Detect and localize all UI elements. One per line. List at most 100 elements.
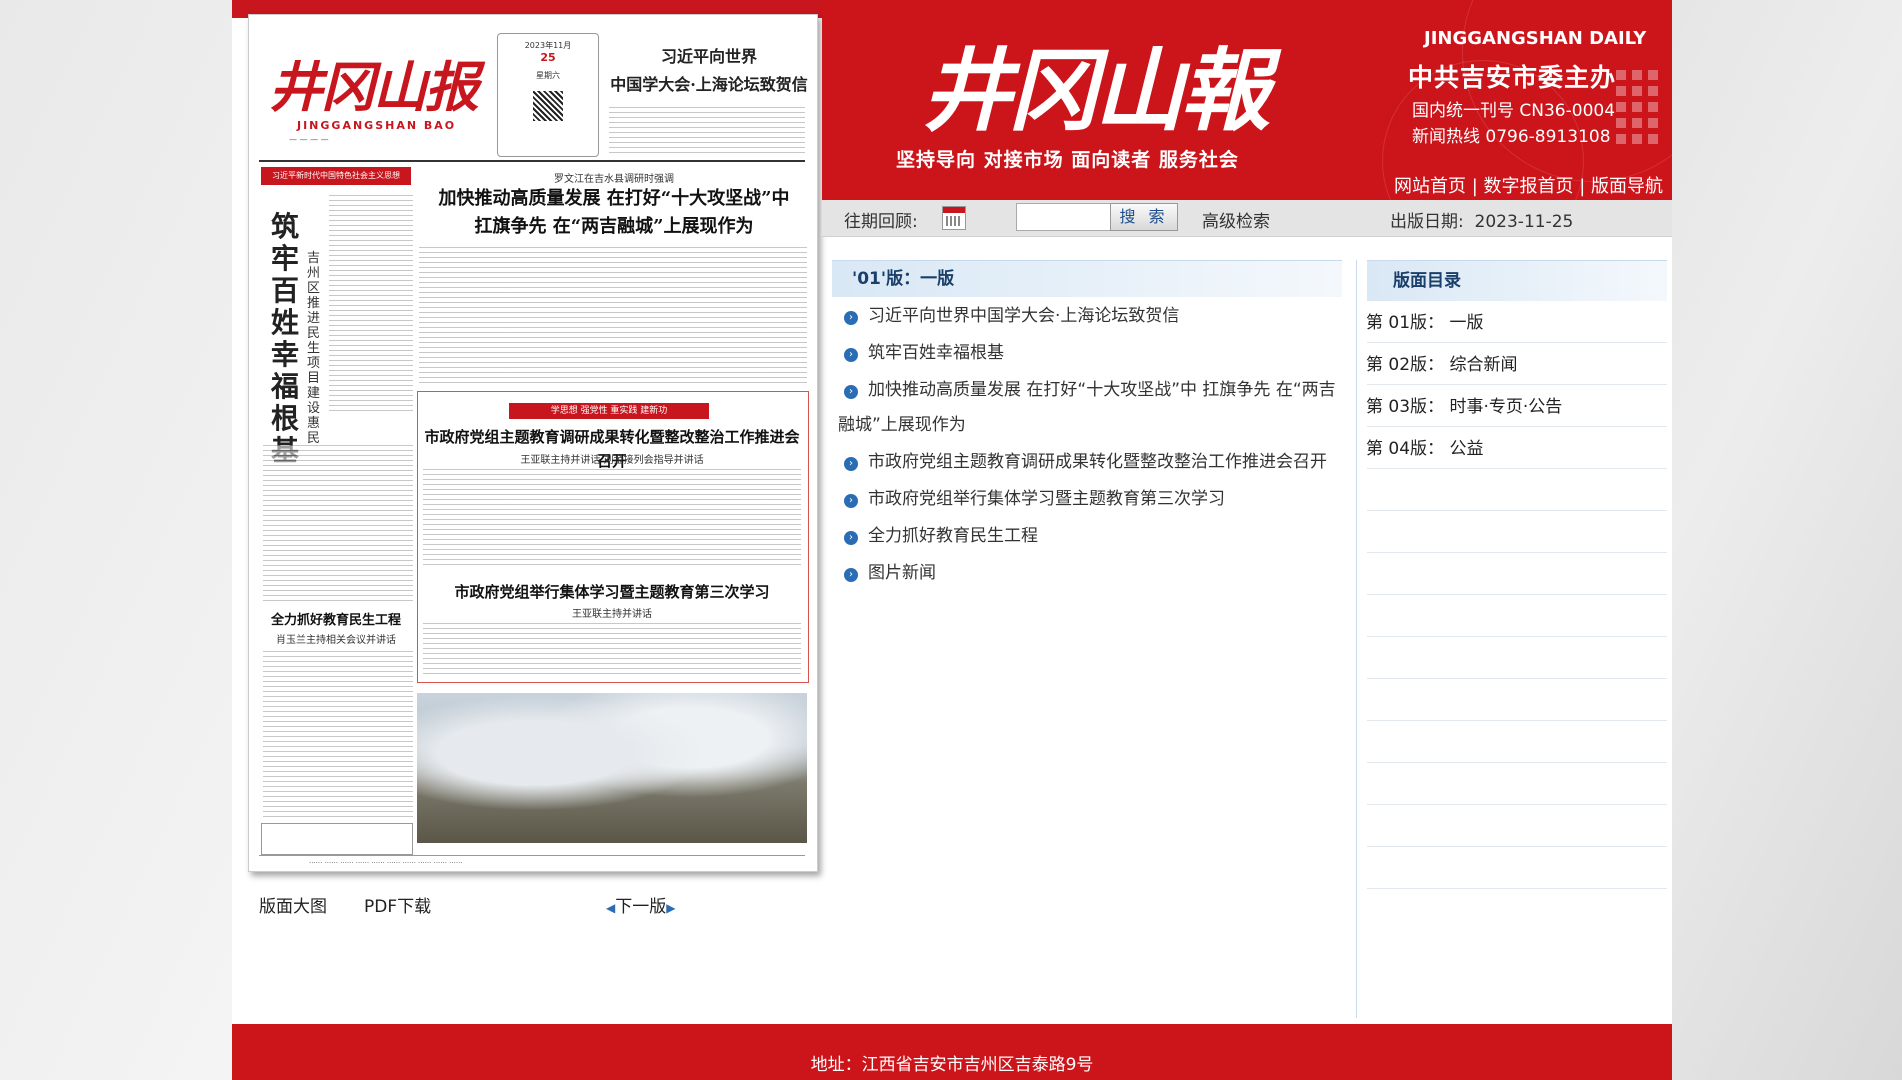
article-item[interactable]: › 习近平向世界中国学大会·上海论坛致贺信 (838, 299, 1336, 334)
paper-vertical-title[interactable]: 筑牢百姓幸福根基 (271, 211, 307, 467)
paper-date-box: 2023年11月 25 星期六 (497, 33, 599, 157)
next-page-link[interactable]: ◀下一版▶ (606, 892, 675, 917)
paper-red-tag: 学思想 强党性 重实践 建新功 (509, 403, 709, 419)
bullet-icon: › (844, 457, 858, 471)
paper-headline-main[interactable]: 加快推动高质量发展 在打好“十大攻坚战”中 扛旗争先 在“两吉融城”上展现作为 (419, 185, 809, 241)
paper-vertical-subtitle: 吉州区推进民生项目建设惠民 (307, 251, 321, 446)
page-container: 井冈山报 JINGGANGSHAN BAO — — — — 2023年11月 2… (232, 0, 1672, 1080)
site-logo[interactable]: 井冈山報 (922, 18, 1270, 148)
paper-text-block (423, 623, 801, 677)
paper-headline-3-sub: 王亚联主持并讲话 刘金接列会指导并讲话 (520, 455, 704, 466)
paper-headline-top-line1: 习近平向世界 (660, 47, 757, 66)
paper-weekday: 星期六 (536, 71, 560, 80)
advanced-search-link[interactable]: 高级检索 (1202, 207, 1270, 232)
big-image-link[interactable]: 版面大图 (259, 892, 327, 917)
paper-headline-4-sub: 王亚联主持并讲话 (572, 609, 652, 620)
paper-headline-5-sub: 肖玉兰主持相关会议并讲话 (276, 635, 396, 646)
article-title: 市政府党组主题教育调研成果转化暨整改整治工作推进会召开 (868, 452, 1327, 472)
article-item[interactable]: › 市政府党组主题教育调研成果转化暨整改整治工作推进会召开 (838, 445, 1336, 480)
article-title: 筑牢百姓幸福根基 (868, 343, 1004, 363)
bullet-icon: › (844, 568, 858, 582)
paper-headline-main-line2: 扛旗争先 在“两吉融城”上展现作为 (474, 216, 754, 237)
bullet-icon: › (844, 348, 858, 362)
paper-text-block (609, 107, 805, 153)
paper-date-line: 2023年11月 (524, 41, 572, 50)
toc-item[interactable]: 第 01版： 一版 (1366, 301, 1667, 343)
article-title: 全力抓好教育民生工程 (868, 526, 1038, 546)
article-item[interactable]: › 全力抓好教育民生工程 (838, 519, 1336, 554)
site-header: 井冈山報 坚持导向 对接市场 面向读者 服务社会 JINGGANGSHAN DA… (822, 0, 1672, 200)
arrow-left-icon: ◀ (606, 901, 616, 915)
toc-empty-row (1367, 469, 1667, 511)
paper-headline-top[interactable]: 习近平向世界 中国学大会·上海论坛致贺信 (609, 43, 809, 99)
toc-item-label: 第 01版： 一版 (1366, 313, 1484, 333)
toc-empty-row (1367, 763, 1667, 805)
archive-label: 往期回顾: (844, 212, 918, 232)
header-pattern (1616, 70, 1660, 150)
toc-item[interactable]: 第 04版： 公益 (1366, 427, 1667, 469)
nav-digital-home-link[interactable]: 数字报首页 (1484, 176, 1574, 197)
toc-empty-row (1367, 679, 1667, 721)
bullet-icon: › (844, 531, 858, 545)
paper-masthead: 井冈山报 (269, 55, 479, 119)
top-nav: 网站首页 | 数字报首页 | 版面导航 (1394, 176, 1664, 197)
nav-home-link[interactable]: 网站首页 (1394, 176, 1466, 197)
paper-text-block (263, 445, 413, 605)
site-slogan: 坚持导向 对接市场 面向读者 服务社会 (896, 149, 1239, 171)
article-title: 加快推动高质量发展 在打好“十大攻坚战”中 扛旗争先 在“两吉融城”上展现作为 (838, 380, 1336, 435)
nav-page-guide-link[interactable]: 版面导航 (1591, 176, 1663, 197)
footer-address: 地址：江西省吉安市吉州区吉泰路9号 (810, 1055, 1094, 1075)
article-list-panel: '01'版：一版 › 习近平向世界中国学大会·上海论坛致贺信 › 筑牢百姓幸福根基 … (832, 260, 1342, 591)
paper-photo-image[interactable] (417, 693, 807, 843)
publish-date-label: 出版日期: (1390, 212, 1464, 232)
paper-headline-main-line1: 加快推动高质量发展 在打好“十大攻坚战”中 (438, 188, 790, 209)
calendar-icon[interactable] (942, 206, 966, 230)
site-hotline: 新闻热线 0796-8913108 (1412, 127, 1611, 147)
article-title: 图片新闻 (868, 563, 936, 583)
toc-item[interactable]: 第 02版： 综合新闻 (1366, 343, 1667, 385)
paper-rule (259, 160, 805, 162)
search-bar: 往期回顾: 搜 索 高级检索 出版日期: 2023-11-25 (822, 200, 1672, 237)
publish-date: 出版日期: 2023-11-25 (1390, 207, 1573, 232)
pdf-download-link[interactable]: PDF下载 (364, 892, 431, 917)
search-input[interactable] (1016, 203, 1112, 231)
publish-date-value: 2023-11-25 (1474, 212, 1574, 232)
paper-quote-box (261, 823, 413, 855)
toc-empty-row (1367, 637, 1667, 679)
article-item[interactable]: › 加快推动高质量发展 在打好“十大攻坚战”中 扛旗争先 在“两吉融城”上展现作为 (838, 373, 1336, 443)
article-item[interactable]: › 图片新闻 (838, 556, 1336, 591)
page-toc-header: 版面目录 (1367, 260, 1667, 301)
paper-masthead-en: JINGGANGSHAN BAO (297, 119, 457, 132)
paper-text-block (263, 651, 413, 817)
paper-headline-4[interactable]: 市政府党组举行集体学习暨主题教育第三次学习 (419, 580, 805, 604)
article-list-header: '01'版：一版 (832, 260, 1342, 297)
paper-text-block (329, 195, 413, 415)
article-item[interactable]: › 筑牢百姓幸福根基 (838, 336, 1336, 371)
toc-item-label: 第 04版： 公益 (1366, 439, 1484, 459)
toc-empty-row (1367, 721, 1667, 763)
paper-kicker: 罗文江在吉水县调研时强调 (554, 174, 674, 185)
toc-item-label: 第 03版： 时事·专页·公告 (1366, 397, 1563, 417)
paper-headline-top-line2: 中国学大会·上海论坛致贺信 (610, 75, 808, 94)
newspaper-page-image[interactable]: 井冈山报 JINGGANGSHAN BAO — — — — 2023年11月 2… (248, 14, 818, 872)
article-item[interactable]: › 市政府党组举行集体学习暨主题教育第三次学习 (838, 482, 1336, 517)
qr-code-icon (533, 91, 563, 121)
paper-banner: 习近平新时代中国特色社会主义思想 (261, 167, 411, 185)
search-button[interactable]: 搜 索 (1110, 203, 1178, 231)
toc-item[interactable]: 第 03版： 时事·专页·公告 (1366, 385, 1667, 427)
site-footer: 地址：江西省吉安市吉州区吉泰路9号 (232, 1024, 1672, 1080)
article-title: 习近平向世界中国学大会·上海论坛致贺信 (868, 306, 1180, 326)
toc-empty-row (1367, 595, 1667, 637)
toc-empty-row (1367, 511, 1667, 553)
article-list: › 习近平向世界中国学大会·上海论坛致贺信 › 筑牢百姓幸福根基 › 加快推动高质量发… (832, 299, 1342, 591)
page-toc-panel: 版面目录 第 01版： 一版 第 02版： 综合新闻 第 03版： 时事·专页·… (1356, 260, 1667, 1018)
paper-text-block (423, 469, 801, 569)
site-issn: 国内统一刊号 CN36-0004 (1412, 101, 1616, 121)
site-english-name: JINGGANGSHAN DAILY (1424, 28, 1647, 49)
paper-text-block (419, 247, 807, 383)
paper-masthead-tiny: — — — — (289, 135, 329, 144)
bullet-icon: › (844, 494, 858, 508)
article-title: 市政府党组举行集体学习暨主题教育第三次学习 (868, 489, 1225, 509)
paper-headline-5[interactable]: 全力抓好教育民生工程 (261, 611, 411, 631)
arrow-right-icon: ▶ (666, 901, 676, 915)
